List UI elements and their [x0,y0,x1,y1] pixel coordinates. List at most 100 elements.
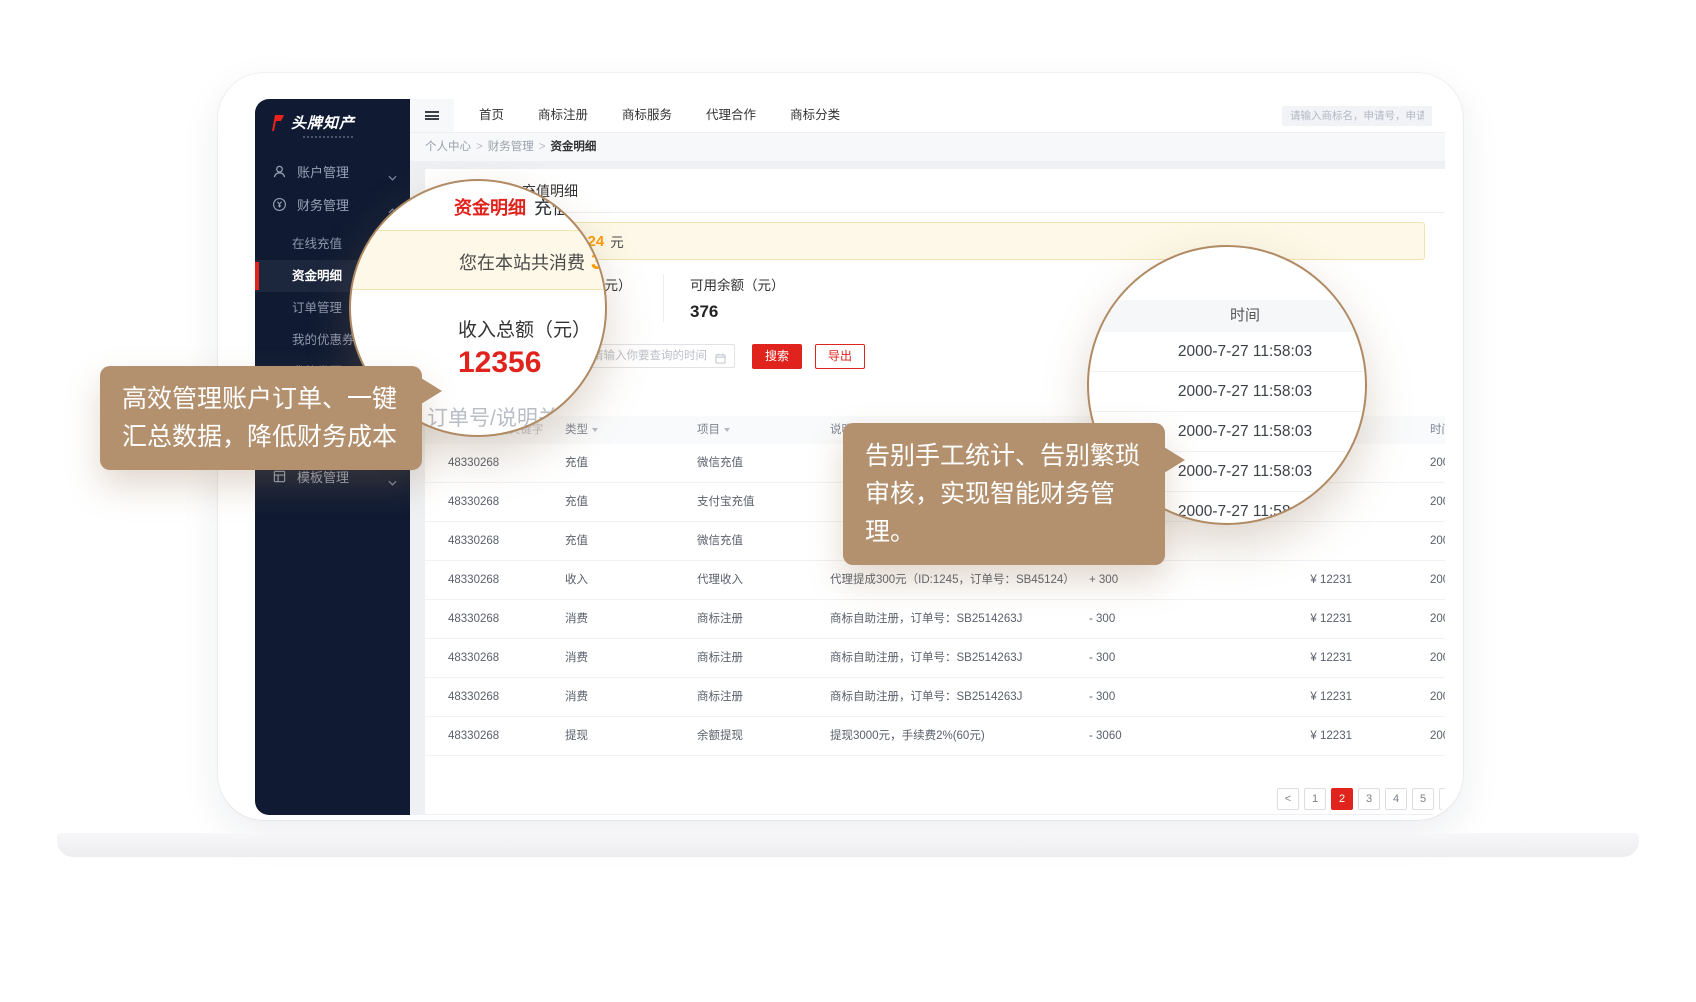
cell-time: 2000-7-27 11:58:03 [1430,639,1445,678]
cell-order: 48330268 [448,717,499,756]
cell-type: 消费 [565,639,588,678]
magnified-time-row: 2000-7-27 11:58:03 [1089,372,1365,412]
cell-type: 提现 [565,717,588,756]
table-row[interactable]: 48330268 消费 商标注册 商标自助注册，订单号：SB2514263J -… [425,678,1445,717]
col-header-time: 时间 [1430,416,1445,444]
cell-time: 2000-7-27 11:58:03 [1430,717,1445,756]
cell-amount: + 300 [1089,561,1118,600]
cell-desc: 商标自助注册，订单号：SB2514263J [830,678,1022,717]
cell-project: 余额提现 [697,717,743,756]
callout-left-line2: 汇总数据，降低财务成本 [122,418,400,456]
search-button[interactable]: 搜索 [752,344,802,369]
cell-order: 48330268 [448,483,499,522]
stat-label: 可用余额（元） [690,274,785,294]
page: 头牌知产 账户管理 财务管理 [0,0,1696,1002]
cell-time: 2000-7-27 11:58:03 [1430,678,1445,717]
page-prev-button[interactable]: < [1277,788,1299,810]
breadcrumb-finance[interactable]: 财务管理 [488,141,534,153]
cell-amount: - 300 [1089,600,1115,639]
callout-left: 高效管理账户订单、一键 汇总数据，降低财务成本 [100,366,422,470]
magnified-keyword-placeholder: 订单号/说明关键字 [427,402,601,432]
page-button-5[interactable]: 5 [1412,788,1434,810]
cell-project: 商标注册 [697,678,743,717]
magnified-banner-prefix: 您在本站共消费 [459,253,585,273]
sidebar-group-label: 账户管理 [297,162,349,181]
breadcrumb-separator: > [476,141,483,153]
cell-desc: 提现3000元，手续费2%(60元) [830,717,985,756]
table-row[interactable]: 48330268 消费 商标注册 商标自助注册，订单号：SB2514263J -… [425,600,1445,639]
time-query-input[interactable] [583,344,735,368]
calendar-icon[interactable] [715,351,726,369]
nav-item-home[interactable]: 首页 [462,99,521,132]
brand-logo[interactable]: 头牌知产 [255,99,410,147]
cell-time: 2000-7-27 11:58:03 [1430,561,1445,600]
cell-order: 48330268 [448,600,499,639]
page-button-4[interactable]: 4 [1385,788,1407,810]
col-header-project[interactable]: 项目 [697,416,730,444]
magnified-consumption-banner: 您在本站共消费32124元 [349,230,607,290]
page-button-3[interactable]: 3 [1358,788,1380,810]
nav-item-trademark-classification[interactable]: 商标分类 [773,99,857,132]
cell-project: 微信充值 [697,444,743,483]
sidebar-item-account-management[interactable]: 账户管理 [255,155,410,188]
chevron-down-icon [388,474,397,489]
page-button-1[interactable]: 1 [1304,788,1326,810]
cell-balance: ¥ 12231 [1285,561,1352,600]
hamburger-icon [425,110,439,122]
callout-right-line3: 理。 [865,513,1143,551]
export-button[interactable]: 导出 [815,344,865,369]
sidebar-toggle-button[interactable] [410,99,454,132]
cell-time: 2000-7-27 11:58:03 [1430,600,1445,639]
cell-desc: 商标自助注册，订单号：SB2514263J [830,600,1022,639]
cell-project: 商标注册 [697,639,743,678]
sort-caret-icon [724,428,730,432]
laptop-base [57,833,1639,857]
stat-value: 376 [690,302,785,322]
nav-item-agent-cooperation[interactable]: 代理合作 [689,99,773,132]
cell-order: 48330268 [448,522,499,561]
table-row[interactable]: 48330268 提现 余额提现 提现3000元，手续费2%(60元) - 30… [425,717,1445,756]
page-next-button-clipped[interactable] [1439,788,1445,810]
cell-balance: ¥ 12231 [1285,717,1352,756]
magnified-income-label: 收入总额（元） [458,315,591,342]
magnified-tab-secondary: 充值明细 [534,194,606,220]
template-icon [272,469,287,484]
sidebar-group-label: 财务管理 [297,195,349,214]
cell-project: 微信充值 [697,522,743,561]
trademark-search-input[interactable] [1282,106,1432,126]
cell-order: 48330268 [448,561,499,600]
magnified-time-row: 2000-7-27 11:58:03 [1089,332,1365,372]
cell-type: 充值 [565,483,588,522]
cell-project: 商标注册 [697,600,743,639]
brand-name: 头牌知产 [291,112,355,133]
cell-type: 消费 [565,600,588,639]
page-button-2-active[interactable]: 2 [1331,788,1353,810]
cell-order: 48330268 [448,678,499,717]
table-row[interactable]: 48330268 消费 商标注册 商标自助注册，订单号：SB2514263J -… [425,639,1445,678]
breadcrumb: 个人中心>财务管理>资金明细 [410,133,1445,161]
cell-balance: ¥ 12231 [1285,639,1352,678]
callout-left-line1: 高效管理账户订单、一键 [122,380,400,418]
cell-type: 收入 [565,561,588,600]
top-navbar: 首页 商标注册 商标服务 代理合作 商标分类 [410,99,1445,133]
callout-right-line1: 告别手工统计、告别繁琐 [865,437,1143,475]
user-icon [272,164,287,179]
cell-order: 48330268 [448,444,499,483]
cell-time: 2000-7-27 11:58:03 [1430,522,1445,561]
cell-type: 充值 [565,444,588,483]
table-row[interactable]: 48330268 收入 代理收入 代理提成300元（ID:1245，订单号：SB… [425,561,1445,600]
cell-amount: - 300 [1089,678,1115,717]
cell-balance: ¥ 12231 [1285,678,1352,717]
nav-item-trademark-services[interactable]: 商标服务 [605,99,689,132]
cell-project: 代理收入 [697,561,743,600]
breadcrumb-personal-center[interactable]: 个人中心 [425,141,471,153]
nav-item-trademark-registration[interactable]: 商标注册 [521,99,605,132]
cell-desc: 代理提成300元（ID:1245，订单号：SB45124） [830,561,1075,600]
callout-right: 告别手工统计、告别繁琐 审核，实现智能财务管 理。 [843,423,1165,565]
cell-amount: - 3060 [1089,717,1122,756]
cell-project: 支付宝充值 [697,483,755,522]
finance-icon [272,197,287,212]
callout-arrow-right-icon [421,378,442,404]
cell-amount: - 300 [1089,639,1115,678]
brand-slogan-dots [303,136,353,138]
